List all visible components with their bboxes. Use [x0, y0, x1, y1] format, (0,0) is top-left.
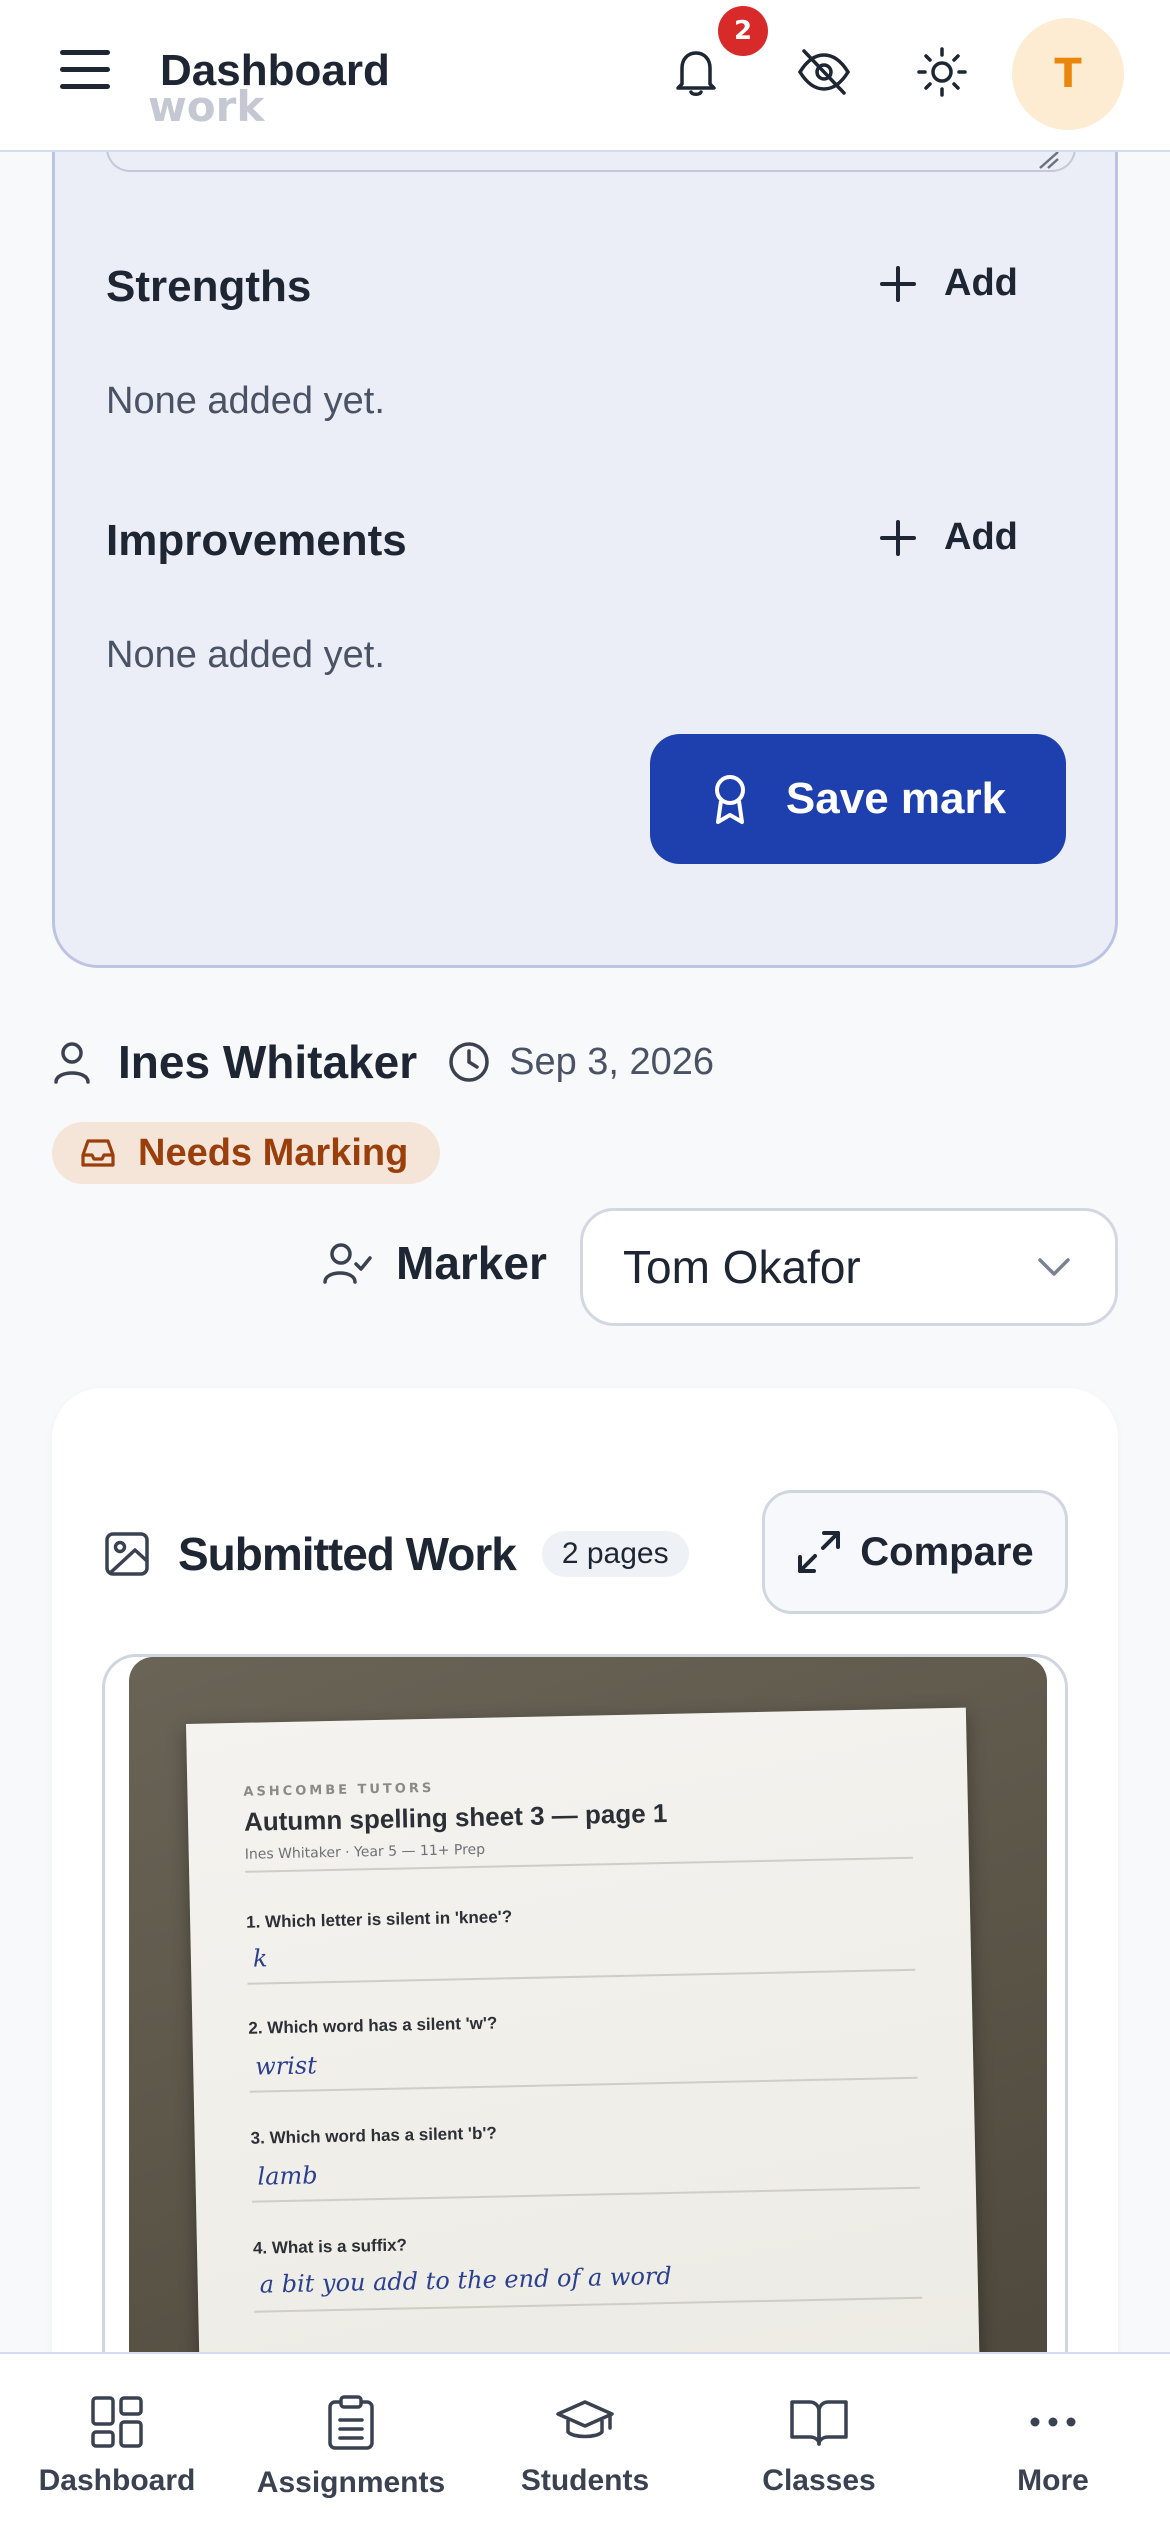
eye-off-icon [797, 49, 851, 95]
nav-label-dashboard: Dashboard [38, 2464, 196, 2497]
nav-label-assignments: Assignments [256, 2466, 446, 2499]
inbox-icon [81, 1139, 115, 1167]
question-4: 4. What is a suffix? [252, 2235, 408, 2258]
add-strength-button[interactable]: Add [878, 262, 1018, 305]
nav-item-assignments[interactable]: Assignments [234, 2354, 468, 2532]
plus-icon [880, 265, 916, 302]
sun-icon [917, 47, 967, 97]
marker-label-text: Marker [396, 1237, 547, 1289]
submission-meta: Ines Whitaker Sep 3, 2026 [52, 1032, 714, 1092]
clipboard-icon [328, 2395, 374, 2450]
page-title: Dashboard [160, 46, 390, 95]
answer-3: lamb [257, 2161, 318, 2191]
divider [249, 2076, 918, 2093]
nav-label-more: More [1017, 2464, 1089, 2497]
nav-item-dashboard[interactable]: Dashboard [0, 2354, 234, 2532]
question-1: 1. Which letter is silent in 'knee'? [245, 1907, 513, 1932]
nav-item-more[interactable]: More [936, 2354, 1170, 2532]
bell-icon [676, 51, 716, 96]
theme-toggle-button[interactable] [910, 40, 974, 104]
page-count-badge: 2 pages [541, 1531, 689, 1577]
expand-icon [798, 1531, 841, 1573]
worksheet-subtitle: Ines Whitaker · Year 5 — 11+ Prep [244, 1841, 486, 1863]
nav-item-students[interactable]: Students [468, 2354, 702, 2532]
submitted-work-header: Submitted Work 2 pages [104, 1524, 689, 1584]
user-icon [54, 1042, 90, 1084]
image-icon [105, 1532, 149, 1576]
grid-icon [91, 2396, 143, 2448]
compare-button[interactable]: Compare [762, 1490, 1068, 1614]
improvements-title: Improvements [106, 516, 407, 565]
chevron-down-icon [1038, 1258, 1070, 1276]
more-dots-icon [1030, 2417, 1076, 2427]
add-improvement-button[interactable]: Add [878, 516, 1018, 559]
status-label: Needs Marking [138, 1131, 409, 1174]
save-mark-label: Save mark [785, 774, 1007, 823]
nav-item-classes[interactable]: Classes [702, 2354, 936, 2532]
top-app-bar: work Dashboard 2 T [0, 0, 1170, 152]
add-improvement-label: Add [944, 516, 1018, 558]
bottom-navigation: Dashboard Assignments Students Classes M… [0, 2352, 1170, 2532]
submitted-work-title: Submitted Work [178, 1528, 517, 1580]
student-name: Ines Whitaker [118, 1036, 418, 1088]
divider [254, 2296, 923, 2313]
improvements-empty-text: None added yet. [106, 634, 385, 676]
plus-icon [880, 519, 916, 556]
answer-4: a bit you add to the end of a word [259, 2261, 673, 2299]
question-3: 3. Which word has a silent 'b'? [250, 2123, 497, 2148]
privacy-toggle-button[interactable] [792, 40, 856, 104]
compare-label: Compare [860, 1529, 1034, 1574]
save-mark-button[interactable]: Save mark [650, 734, 1066, 864]
worksheet-org: ASHCOMBE TUTORS [243, 1780, 435, 1800]
answer-2: wrist [254, 2051, 318, 2081]
nav-label-classes: Classes [762, 2464, 876, 2497]
notification-count-badge: 2 [718, 6, 768, 56]
question-2: 2. Which word has a silent 'w'? [248, 2013, 498, 2038]
status-badge: Needs Marking [52, 1122, 441, 1184]
nav-label-students: Students [520, 2464, 650, 2497]
strengths-title: Strengths [106, 262, 312, 311]
strengths-empty-text: None added yet. [106, 380, 385, 422]
menu-icon[interactable] [60, 50, 118, 96]
avatar[interactable]: T [1012, 18, 1124, 130]
notifications-button[interactable] [664, 40, 728, 104]
clock-icon [449, 1042, 489, 1082]
divider [247, 1968, 916, 1985]
marker-select-value: Tom Okafor [623, 1241, 861, 1293]
divider [251, 2186, 920, 2203]
add-strength-label: Add [944, 262, 1018, 304]
submission-date: Sep 3, 2026 [509, 1040, 715, 1083]
marker-label: Marker [322, 1236, 547, 1290]
user-check-icon [323, 1243, 372, 1284]
worksheet-title: Autumn spelling sheet 3 — page 1 [243, 1797, 668, 1837]
book-icon [790, 2400, 848, 2446]
marker-select[interactable]: Tom Okafor [580, 1208, 1118, 1326]
graduation-cap-icon [556, 2400, 614, 2439]
answer-1: k [252, 1944, 268, 1973]
award-icon [714, 775, 745, 824]
